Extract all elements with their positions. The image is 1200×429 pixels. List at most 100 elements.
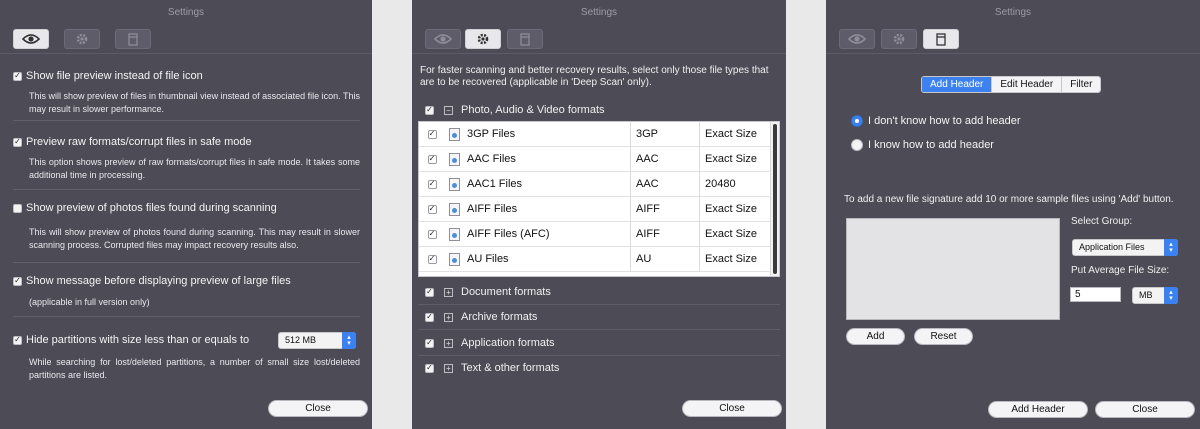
row-checkbox[interactable]: ✓ <box>427 129 437 139</box>
select-group-value: Application Files <box>1079 242 1145 252</box>
row-checkbox[interactable]: ✓ <box>427 254 437 264</box>
eye-icon <box>22 34 40 44</box>
checkbox-group[interactable]: ✓ <box>425 105 434 115</box>
group-archive[interactable]: ✓ + Archive formats <box>418 305 780 329</box>
collapse-icon[interactable]: − <box>444 105 453 115</box>
tab-add-header[interactable]: Add Header <box>922 77 992 92</box>
checkbox-file-preview[interactable]: ✓ <box>13 71 22 81</box>
file-name: AIFF Files <box>467 203 518 215</box>
table-row[interactable]: ✓ AIFF Files (AFC) AIFF Exact Size <box>419 221 772 247</box>
option-scan-preview: Show preview of photos files found durin… <box>13 202 360 252</box>
eye-icon <box>848 34 866 44</box>
window-title: Settings <box>994 7 1032 18</box>
tab-header[interactable] <box>507 29 543 49</box>
expand-icon[interactable]: + <box>444 312 453 322</box>
option-file-preview: ✓ Show file preview instead of file icon … <box>13 70 360 116</box>
add-button[interactable]: Add <box>846 328 905 345</box>
row-checkbox[interactable]: ✓ <box>427 204 437 214</box>
radio-button[interactable] <box>851 115 863 127</box>
settings-window-file-types: Settings For faster scanning and better … <box>412 0 786 429</box>
partition-size-value: 512 MB <box>285 335 317 345</box>
select-group-dropdown[interactable]: Application Files ▴ ▾ <box>1072 239 1178 256</box>
size-unit-select[interactable]: MB ▴ ▾ <box>1132 287 1178 304</box>
option-label: Preview raw formats/corrupt files in saf… <box>26 136 252 148</box>
sample-files-list[interactable] <box>846 218 1060 320</box>
radio-know[interactable]: I know how to add header <box>851 139 994 151</box>
expand-icon[interactable]: + <box>444 287 453 297</box>
file-type-table: ✓ 3GP Files 3GP Exact Size ✓ AAC Files A… <box>418 121 780 277</box>
option-description: This will show preview of files in thumb… <box>29 91 360 114</box>
checkbox-scan-preview[interactable] <box>13 203 22 213</box>
file-size: 20480 <box>699 171 772 197</box>
scrollbar-thumb[interactable] <box>773 124 777 274</box>
group-text-other[interactable]: ✓ + Text & other formats <box>418 356 780 380</box>
radio-dont-know[interactable]: I don't know how to add header <box>851 115 1021 127</box>
tab-general[interactable] <box>64 29 100 49</box>
reset-button[interactable]: Reset <box>914 328 973 345</box>
table-row[interactable]: ✓ AAC1 Files AAC 20480 <box>419 171 772 197</box>
file-size: Exact Size <box>699 246 772 272</box>
tab-general[interactable] <box>881 29 917 49</box>
table-row[interactable]: ✓ AU Files AU Exact Size <box>419 246 772 272</box>
checkbox-group[interactable]: ✓ <box>425 312 434 322</box>
file-icon <box>449 227 460 241</box>
toolbar-divider <box>0 53 372 54</box>
file-ext: AIFF <box>630 221 699 247</box>
toolbar <box>13 29 151 49</box>
file-ext: AIFF <box>630 196 699 222</box>
option-description: While searching for lost/deleted partiti… <box>29 357 360 380</box>
tab-preview[interactable] <box>425 29 461 49</box>
partition-size-select[interactable]: 512 MB ▴ ▾ <box>278 332 356 349</box>
group-photo-audio-video[interactable]: ✓ − Photo, Audio & Video formats <box>418 98 780 122</box>
checkbox-group[interactable]: ✓ <box>425 338 434 348</box>
table-row[interactable]: ✓ AAC Files AAC Exact Size <box>419 146 772 172</box>
file-name: AIFF Files (AFC) <box>467 228 550 240</box>
row-checkbox[interactable]: ✓ <box>427 154 437 164</box>
radio-button[interactable] <box>851 139 863 151</box>
file-name: 3GP Files <box>467 128 516 140</box>
table-row[interactable]: ✓ AIFF Files AIFF Exact Size <box>419 196 772 222</box>
option-description: This option shows preview of raw formats… <box>29 157 360 180</box>
document-icon <box>128 32 138 46</box>
checkbox-large-files[interactable]: ✓ <box>13 276 22 286</box>
option-large-files: ✓ Show message before displaying preview … <box>13 275 360 309</box>
file-ext: AAC <box>630 146 699 172</box>
file-name: AAC Files <box>467 153 516 165</box>
checkbox-group[interactable]: ✓ <box>425 287 434 297</box>
tab-general[interactable] <box>465 29 501 49</box>
chevron-updown-icon: ▴ ▾ <box>342 332 356 349</box>
group-document[interactable]: ✓ + Document formats <box>418 280 780 304</box>
close-button[interactable]: Close <box>1095 401 1195 418</box>
tab-filter[interactable]: Filter <box>1061 77 1101 92</box>
checkbox-hide-partitions[interactable]: ✓ <box>13 335 22 345</box>
checkbox-group[interactable]: ✓ <box>425 363 434 373</box>
document-icon <box>520 32 530 46</box>
group-application[interactable]: ✓ + Application formats <box>418 331 780 355</box>
checkbox-safe-mode[interactable]: ✓ <box>13 137 22 147</box>
tab-preview[interactable] <box>13 29 49 49</box>
avg-size-input[interactable]: 5 <box>1070 287 1121 302</box>
expand-icon[interactable]: + <box>444 338 453 348</box>
tab-header[interactable] <box>115 29 151 49</box>
table-row[interactable]: ✓ 3GP Files 3GP Exact Size <box>419 122 772 147</box>
file-icon <box>449 177 460 191</box>
row-checkbox[interactable]: ✓ <box>427 179 437 189</box>
option-label: Show preview of photos files found durin… <box>26 202 277 214</box>
document-icon <box>936 32 946 46</box>
row-checkbox[interactable]: ✓ <box>427 229 437 239</box>
group-label: Archive formats <box>461 311 538 323</box>
table-scrollbar[interactable] <box>770 122 779 276</box>
divider <box>13 189 360 190</box>
expand-icon[interactable]: + <box>444 363 453 373</box>
close-button[interactable]: Close <box>268 400 368 417</box>
tab-edit-header[interactable]: Edit Header <box>991 77 1062 92</box>
close-button[interactable]: Close <box>682 400 782 417</box>
window-gap <box>786 0 826 429</box>
file-icon <box>449 252 460 266</box>
option-description: (applicable in full version only) <box>29 297 150 307</box>
tab-header[interactable] <box>923 29 959 49</box>
file-icon <box>449 152 460 166</box>
tab-preview[interactable] <box>839 29 875 49</box>
window-gap <box>372 0 412 429</box>
add-header-button[interactable]: Add Header <box>988 401 1088 418</box>
